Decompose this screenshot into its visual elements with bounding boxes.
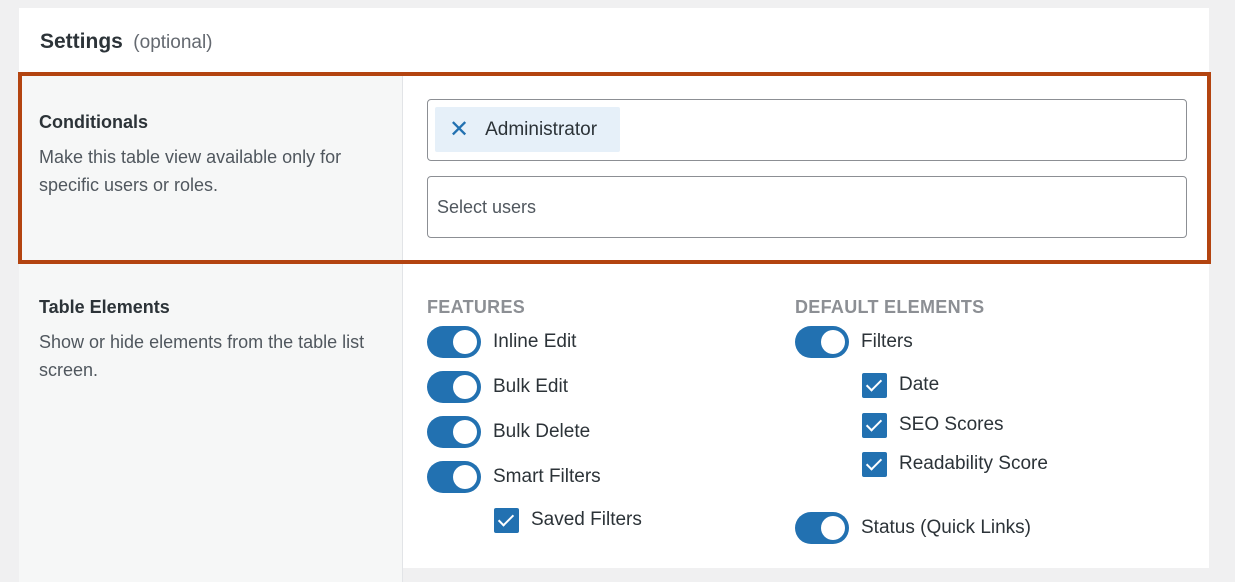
bulk-edit-label: Bulk Edit: [493, 376, 568, 397]
filters-label: Filters: [861, 331, 913, 352]
date-checkbox[interactable]: [862, 372, 887, 398]
roles-select[interactable]: ✕ Administrator: [427, 99, 1187, 161]
date-label: Date: [899, 374, 940, 395]
check-row-saved-filters: Saved Filters: [494, 507, 642, 533]
role-chip-administrator: ✕ Administrator: [435, 107, 620, 152]
check-row-readability-score: Readability Score: [862, 451, 1048, 477]
default-elements-heading: DEFAULT ELEMENTS: [795, 297, 985, 317]
smart-filters-toggle[interactable]: [427, 461, 481, 493]
features-heading: FEATURES: [427, 297, 526, 317]
table-elements-row: Table Elements Show or hide elements fro…: [19, 262, 1209, 582]
smart-filters-label: Smart Filters: [493, 466, 601, 487]
conditionals-row: Conditionals Make this table view availa…: [19, 74, 1209, 262]
settings-optional-hint: (optional): [133, 32, 213, 53]
toggle-row-status: Status (Quick Links): [795, 512, 1031, 544]
conditionals-description: Make this table view available only for …: [39, 147, 342, 195]
toggle-row-bulk-edit: Bulk Edit: [427, 371, 568, 403]
role-chip-label: Administrator: [485, 118, 598, 140]
toggle-row-filters: Filters: [795, 326, 913, 358]
toggle-row-smart-filters: Smart Filters: [427, 461, 601, 493]
status-toggle[interactable]: [795, 512, 849, 544]
readability-score-label: Readability Score: [899, 453, 1048, 474]
table-elements-label-column: Table Elements Show or hide elements fro…: [19, 262, 403, 582]
check-row-seo-scores: SEO Scores: [862, 412, 1004, 438]
table-elements-description: Show or hide elements from the table lis…: [39, 332, 365, 380]
toggle-row-inline-edit: Inline Edit: [427, 326, 576, 358]
users-search-input[interactable]: [428, 177, 1186, 237]
status-label: Status (Quick Links): [861, 517, 1031, 538]
readability-score-checkbox[interactable]: [862, 451, 887, 477]
toggle-row-bulk-delete: Bulk Delete: [427, 416, 590, 448]
conditionals-label-column: Conditionals Make this table view availa…: [19, 74, 403, 262]
saved-filters-label: Saved Filters: [531, 509, 642, 530]
close-icon[interactable]: ✕: [449, 117, 469, 142]
inline-edit-toggle[interactable]: [427, 326, 481, 358]
bulk-edit-toggle[interactable]: [427, 371, 481, 403]
bulk-delete-label: Bulk Delete: [493, 421, 591, 442]
settings-panel: Settings (optional) Conditionals Make th…: [19, 8, 1209, 582]
inline-edit-label: Inline Edit: [493, 331, 577, 352]
users-select[interactable]: [427, 176, 1187, 238]
check-row-date: Date: [862, 372, 939, 398]
seo-scores-checkbox[interactable]: [862, 412, 887, 438]
settings-header: Settings (optional): [19, 8, 1209, 75]
table-elements-title: Table Elements: [39, 297, 170, 317]
settings-title: Settings: [40, 30, 123, 53]
saved-filters-checkbox[interactable]: [494, 507, 519, 533]
filters-toggle[interactable]: [795, 326, 849, 358]
seo-scores-label: SEO Scores: [899, 414, 1004, 435]
conditionals-title: Conditionals: [39, 112, 148, 132]
bulk-delete-toggle[interactable]: [427, 416, 481, 448]
